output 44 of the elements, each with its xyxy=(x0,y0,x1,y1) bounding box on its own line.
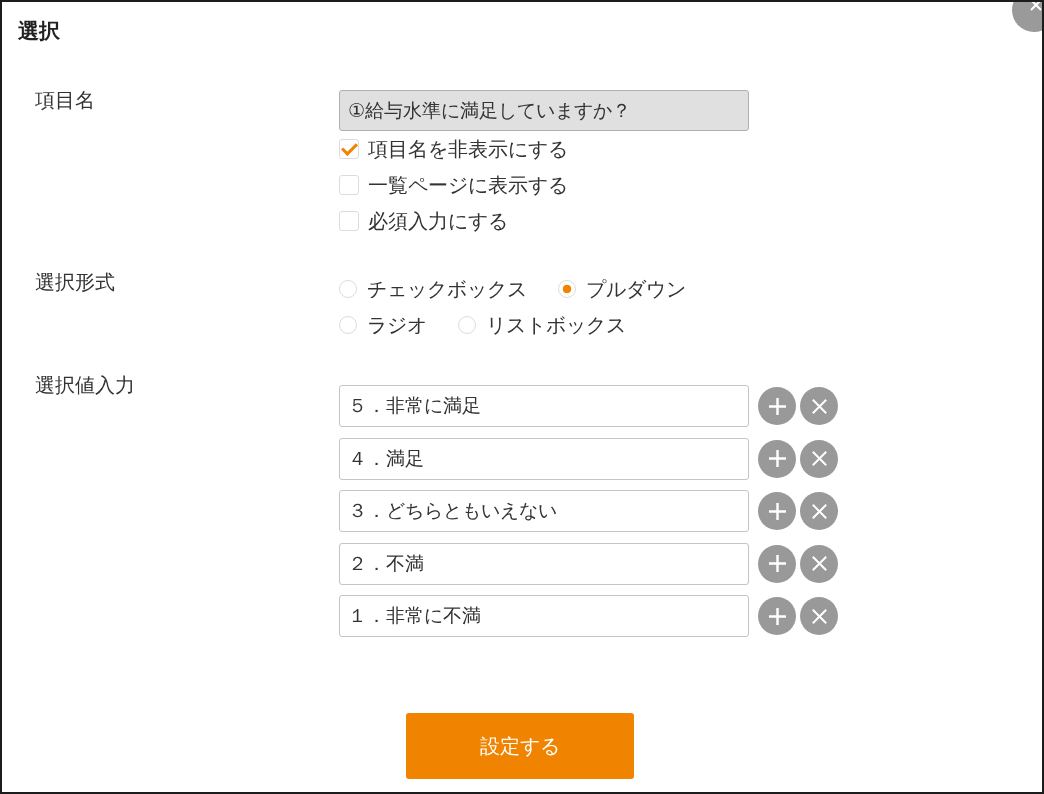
radio-label: ラジオ xyxy=(367,312,427,339)
remove-button[interactable] xyxy=(800,544,838,583)
x-icon xyxy=(811,503,827,519)
checkbox-label: 必須入力にする xyxy=(368,208,508,235)
remove-button[interactable] xyxy=(800,597,838,635)
checkbox[interactable] xyxy=(339,211,359,231)
remove-button[interactable] xyxy=(800,492,838,530)
x-icon xyxy=(811,451,827,466)
radio-label: プルダウン xyxy=(586,276,686,303)
checkbox[interactable] xyxy=(339,139,359,159)
checkbox-label: 項目名を非表示にする xyxy=(368,136,568,163)
add-button[interactable] xyxy=(758,439,796,478)
radio-label: チェックボックス xyxy=(367,276,527,303)
plus-icon xyxy=(768,397,786,415)
radio-button[interactable] xyxy=(458,316,476,334)
remove-button[interactable] xyxy=(800,387,838,425)
choice-field[interactable]: ４．満足 xyxy=(339,437,749,480)
choice-field[interactable]: ２．不満 xyxy=(339,542,749,585)
x-icon xyxy=(811,556,827,571)
plus-icon xyxy=(768,450,786,467)
radio-button[interactable] xyxy=(339,280,357,298)
choice-field[interactable]: ３．どちらともいえない xyxy=(339,490,749,532)
checkbox[interactable] xyxy=(339,175,359,195)
add-button[interactable] xyxy=(758,597,796,635)
add-button[interactable] xyxy=(758,492,796,530)
field-label: 選択形式 xyxy=(35,269,115,296)
radio-label: リストボックス xyxy=(486,312,626,339)
checkbox-label: 一覧ページに表示する xyxy=(368,172,568,199)
choice-field[interactable]: ５．非常に満足 xyxy=(339,385,749,427)
radio-button[interactable] xyxy=(558,280,576,298)
remove-button[interactable] xyxy=(800,439,838,478)
plus-icon xyxy=(768,607,786,625)
close-button[interactable] xyxy=(1012,2,1042,34)
plus-icon xyxy=(768,502,786,520)
add-button[interactable] xyxy=(758,544,796,583)
x-icon xyxy=(811,398,827,414)
choice-field[interactable]: １．非常に不満 xyxy=(339,595,749,637)
x-icon xyxy=(811,608,827,624)
field-label: 選択値入力 xyxy=(35,372,135,399)
field-label: 項目名 xyxy=(35,87,95,114)
add-button[interactable] xyxy=(758,387,796,425)
dialog-title: 選択 xyxy=(17,18,60,45)
radio-button[interactable] xyxy=(339,316,357,334)
plus-icon xyxy=(768,555,786,572)
